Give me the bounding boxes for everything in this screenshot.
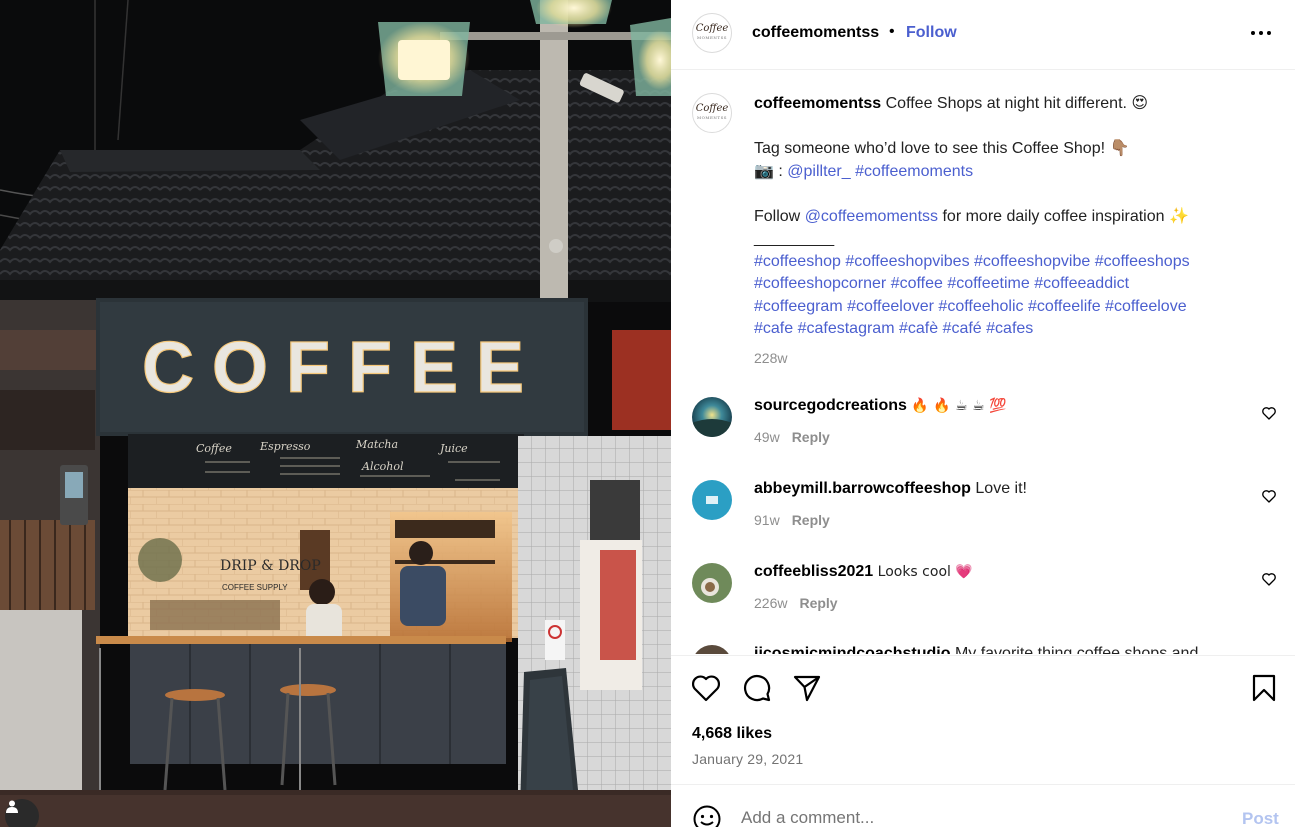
commenter-avatar[interactable] [692, 645, 732, 654]
follow-prefix: Follow [754, 207, 805, 225]
comment-item: jjcosmicmindcoachstudio My favorite thin… [671, 645, 1295, 654]
comment-username[interactable]: jjcosmicmindcoachstudio [754, 645, 950, 654]
follow-suffix: for more daily coffee inspiration ✨ [938, 207, 1189, 225]
caption-username[interactable]: coffeemomentss [754, 95, 881, 112]
comments-list[interactable]: Coffee MOMENTSS coffeemomentss Coffee Sho… [671, 71, 1295, 654]
caption-avatar[interactable]: Coffee MOMENTSS [692, 93, 732, 133]
heart-icon[interactable] [691, 673, 721, 703]
comment-input-bar: Post [671, 784, 1295, 827]
comment-text: My favorite thing coffee shops and [954, 645, 1199, 654]
avatar-logo-sub: MOMENTSS [697, 115, 727, 120]
comment-username[interactable]: abbeymill.barrowcoffeeshop [754, 480, 971, 497]
post-actions: 4,668 likes January 29, 2021 [671, 655, 1295, 783]
storefront-sub: COFFEE SUPPLY [222, 583, 288, 592]
comment-username[interactable]: sourcegodcreations [754, 397, 907, 414]
commenter-avatar[interactable] [692, 397, 732, 437]
credit-tag-link[interactable]: #coffeemoments [855, 163, 973, 180]
more-icon[interactable] [1249, 21, 1273, 45]
hashtags-line-2[interactable]: #coffeeshopcorner #coffee #coffeetime #c… [754, 273, 1259, 296]
comment-icon[interactable] [742, 673, 772, 703]
author-username[interactable]: coffeemomentss [752, 24, 879, 42]
emoji-icon[interactable] [692, 804, 722, 827]
avatar-logo-sub: MOMENTSS [697, 35, 727, 40]
caption-line-1: Coffee Shops at night hit different. 😍 [885, 95, 1149, 112]
comment-text: Love it! [975, 480, 1027, 497]
comment-text: 🔥 🔥 ☕ ☕ 💯 [911, 398, 1007, 414]
comment-text: Looks cool 💗 [877, 564, 973, 580]
comment-time[interactable]: 49w [754, 429, 780, 445]
follow-handle-link[interactable]: @coffeemomentss [805, 208, 938, 225]
comment-like-icon[interactable] [1261, 405, 1277, 421]
comment-item: abbeymill.barrowcoffeeshop Love it! 91w R… [671, 480, 1295, 550]
hashtags-line-1[interactable]: #coffeeshop #coffeeshopvibes #coffeeshop… [754, 251, 1259, 274]
caption-line-2: Tag someone who’d love to see this Coffe… [754, 140, 1130, 157]
post-details-panel: Coffee MOMENTSS coffeemomentss • Follow C… [671, 0, 1295, 827]
coffee-sign-text: COFFEE [142, 328, 542, 408]
storefront-text: DRIP & DROP [220, 558, 321, 574]
likes-count[interactable]: 4,668 likes [692, 725, 772, 743]
menu-label-2: Matcha [355, 438, 398, 451]
share-icon[interactable] [792, 673, 822, 703]
reply-button[interactable]: Reply [792, 429, 830, 445]
comment-item: sourcegodcreations 🔥 🔥 ☕ ☕ 💯 49w Reply [671, 397, 1295, 467]
caption-time[interactable]: 228w [754, 350, 787, 366]
bookmark-icon[interactable] [1249, 673, 1279, 703]
post-comment-button[interactable]: Post [1242, 809, 1279, 827]
coffee-shop-night-photo: COFFEE Coffee Espresso Matcha Juice Alco… [0, 0, 671, 827]
post-date: January 29, 2021 [692, 751, 804, 767]
post-header: Coffee MOMENTSS coffeemomentss • Follow [671, 0, 1295, 70]
user-tag-icon[interactable] [5, 799, 39, 827]
separator-dot: • [889, 23, 895, 40]
add-comment-input[interactable] [741, 808, 1221, 827]
comment-like-icon[interactable] [1261, 488, 1277, 504]
hashtags-line-3[interactable]: #coffeegram #coffeelover #coffeeholic #c… [754, 296, 1259, 319]
commenter-avatar[interactable] [692, 480, 732, 520]
comment-time[interactable]: 226w [754, 595, 787, 611]
camera-credit-label: 📷 : [754, 162, 788, 180]
reply-button[interactable]: Reply [792, 512, 830, 528]
reply-button[interactable]: Reply [799, 595, 837, 611]
post-caption: coffeemomentss Coffee Shops at night hit… [754, 93, 1259, 341]
menu-label-1: Espresso [259, 440, 311, 453]
commenter-avatar[interactable] [692, 563, 732, 603]
comment-time[interactable]: 91w [754, 512, 780, 528]
comment-item: coffeebliss2021 Looks cool 💗 226w Reply [671, 563, 1295, 633]
caption-divider: _________ [754, 230, 835, 247]
hashtags-line-4[interactable]: #cafe #cafestagram #cafè #café #cafes [754, 318, 1259, 341]
menu-label-0: Coffee [196, 442, 232, 455]
author-avatar[interactable]: Coffee MOMENTSS [692, 13, 732, 53]
credit-handle-link[interactable]: @pillter_ [787, 163, 850, 180]
post-photo[interactable]: COFFEE Coffee Espresso Matcha Juice Alco… [0, 0, 671, 827]
menu-label-4: Alcohol [361, 460, 404, 473]
follow-button[interactable]: Follow [906, 24, 957, 42]
comment-username[interactable]: coffeebliss2021 [754, 563, 873, 580]
comment-like-icon[interactable] [1261, 571, 1277, 587]
menu-label-3: Juice [438, 442, 468, 455]
